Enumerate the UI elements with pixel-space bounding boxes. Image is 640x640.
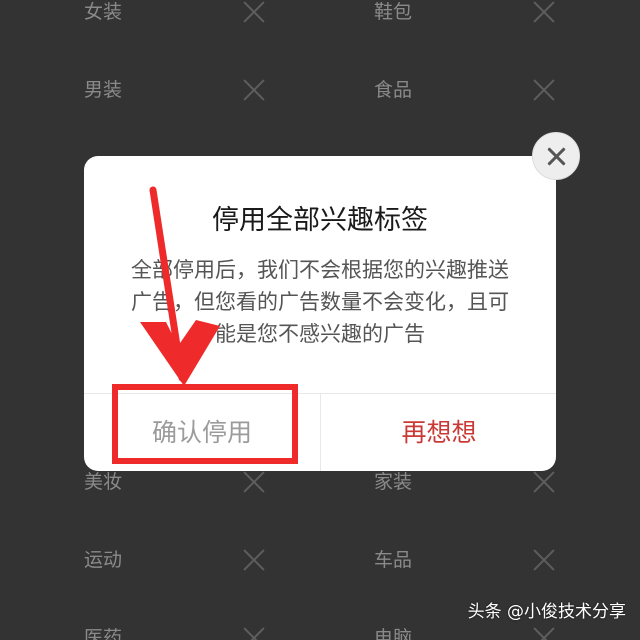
watermark-text: 头条 @小俊技术分享	[467, 602, 626, 622]
tag-label[interactable]: 鞋包	[374, 0, 484, 32]
remove-tag-icon[interactable]	[242, 470, 266, 494]
remove-tag-icon[interactable]	[242, 0, 266, 24]
tag-label[interactable]: 食品	[374, 70, 484, 110]
remove-tag-icon[interactable]	[532, 78, 556, 102]
dialog-title: 停用全部兴趣标签	[212, 205, 428, 236]
dialog-message: 全部停用后，我们不会根据您的兴趣推送 广告，但您看的广告数量不会变化，且可 能是…	[110, 254, 530, 350]
remove-tag-icon[interactable]	[242, 78, 266, 102]
tag-label[interactable]: 医药	[84, 618, 194, 640]
tag-label[interactable]: 运动	[84, 540, 194, 580]
reconsider-button[interactable]: 再想想	[321, 394, 557, 471]
dialog-message-line: 能是您不感兴趣的广告	[215, 322, 425, 346]
remove-tag-icon[interactable]	[242, 626, 266, 640]
remove-tag-icon[interactable]	[532, 626, 556, 640]
close-icon[interactable]	[532, 132, 580, 180]
dialog-message-line: 全部停用后，我们不会根据您的兴趣推送	[131, 258, 509, 282]
highlight-box	[112, 384, 298, 464]
dialog-message-line: 广告，但您看的广告数量不会变化，且可	[131, 290, 509, 314]
remove-tag-icon[interactable]	[532, 548, 556, 572]
tag-label[interactable]: 女装	[84, 0, 194, 32]
tag-row: 男装 食品	[0, 70, 640, 110]
tag-label[interactable]: 男装	[84, 70, 194, 110]
tag-row: 运动 车品	[0, 540, 640, 580]
tag-label[interactable]: 车品	[374, 540, 484, 580]
remove-tag-icon[interactable]	[532, 470, 556, 494]
remove-tag-icon[interactable]	[532, 0, 556, 24]
tag-row: 女装 鞋包	[0, 0, 640, 32]
remove-tag-icon[interactable]	[242, 548, 266, 572]
